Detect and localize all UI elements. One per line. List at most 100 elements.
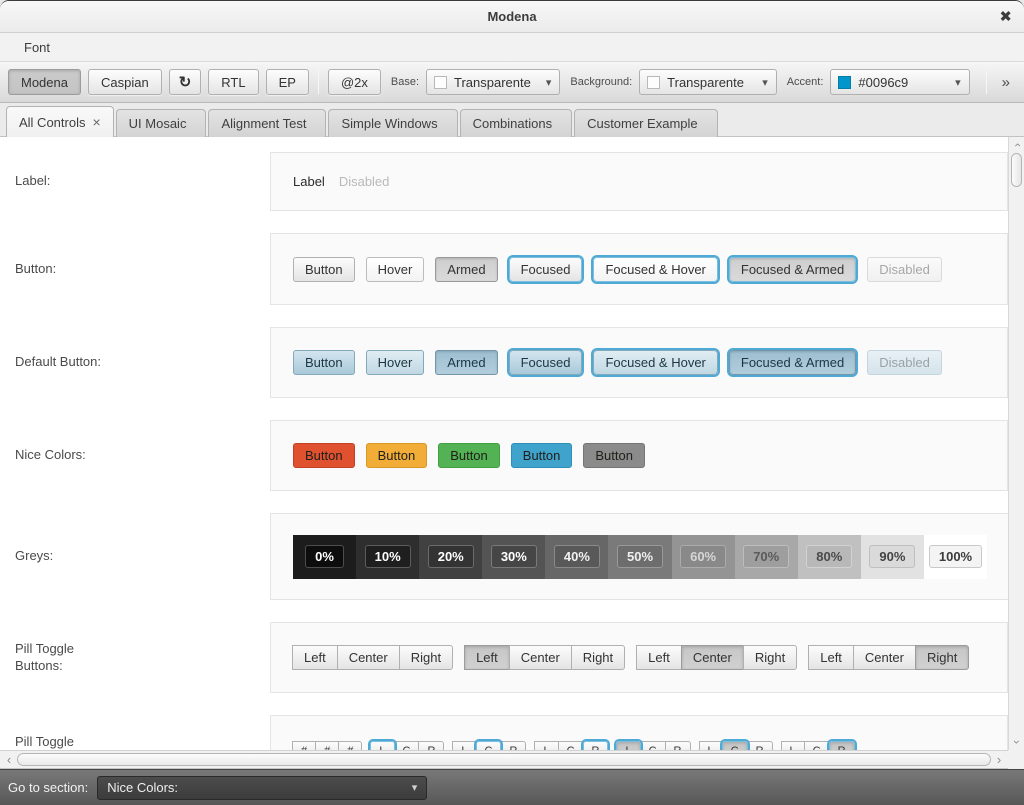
state-button[interactable]: Hover	[366, 257, 425, 282]
horizontal-scrollbar[interactable]: ‹ ›	[0, 750, 1008, 769]
pill-toggle-button[interactable]: C	[558, 741, 584, 751]
window-close-icon[interactable]: ✖	[999, 9, 1012, 24]
theme-toggle-button[interactable]: Modena	[8, 69, 81, 95]
tab[interactable]: UI Mosaic	[116, 109, 207, 137]
transparent-swatch-icon	[434, 76, 447, 89]
menu-bar: Font	[0, 33, 1024, 62]
tab[interactable]: Combinations	[460, 109, 573, 137]
state-button[interactable]: Armed	[435, 257, 497, 282]
scroll-right-icon[interactable]: ›	[993, 752, 1005, 767]
pill-groups: LeftCenterRight LeftCenterRight LeftCent…	[293, 645, 969, 670]
pill-toggle-button[interactable]: C	[476, 741, 502, 751]
state-button[interactable]: Focused	[509, 257, 583, 282]
tab[interactable]: Alignment Test	[208, 109, 326, 137]
pill-toggle-button[interactable]: Left	[464, 645, 510, 670]
vertical-scrollbar[interactable]: › ›	[1008, 137, 1024, 750]
colored-button[interactable]: Button	[438, 443, 500, 468]
base-combo[interactable]: Transparente ▾	[426, 69, 560, 95]
pill-toggle-button[interactable]: Right	[915, 645, 969, 670]
horizontal-scrollbar-thumb[interactable]	[17, 753, 991, 766]
pill-toggle-button[interactable]: Right	[743, 645, 797, 670]
accent-combo[interactable]: #0096c9 ▾	[830, 69, 969, 95]
go-to-section-combo[interactable]: Nice Colors: ▾	[97, 776, 427, 800]
pill-toggle-button[interactable]: Center	[509, 645, 572, 670]
pill-toggle-button[interactable]: Left	[292, 645, 338, 670]
menu-font[interactable]: Font	[18, 36, 56, 59]
pill-group: LCR	[700, 741, 773, 751]
grey-percent-button[interactable]: 100%	[929, 545, 982, 568]
grey-percent-button[interactable]: 20%	[428, 545, 474, 568]
state-button[interactable]: Disabled	[867, 257, 942, 282]
default-state-button[interactable]: Armed	[435, 350, 497, 375]
pill-toggle-button[interactable]: L	[781, 741, 805, 751]
colored-button[interactable]: Button	[583, 443, 645, 468]
grey-percent-button[interactable]: 60%	[680, 545, 726, 568]
default-state-button[interactable]: Disabled	[867, 350, 942, 375]
colored-button[interactable]: Button	[293, 443, 355, 468]
pill-toggle-button[interactable]: #	[315, 741, 339, 751]
pill-toggle-button[interactable]: R	[500, 741, 526, 751]
grey-percent-button[interactable]: 70%	[743, 545, 789, 568]
tab[interactable]: All Controls ×	[6, 106, 114, 137]
pill-toggle-button[interactable]: L	[699, 741, 723, 751]
row-pill-toggle-1: Pill Toggle Buttons: LeftCenterRight Lef…	[0, 622, 1008, 693]
pill-toggle-button[interactable]: #	[292, 741, 316, 751]
pill-toggle-button[interactable]: Center	[337, 645, 400, 670]
pill-toggle-button[interactable]: Left	[808, 645, 854, 670]
pill-toggle-button[interactable]: C	[722, 741, 748, 751]
pill-toggle-button[interactable]: Right	[571, 645, 625, 670]
refresh-button[interactable]: ↻	[169, 69, 202, 95]
vertical-scrollbar-thumb[interactable]	[1011, 153, 1022, 187]
default-state-button[interactable]: Hover	[366, 350, 425, 375]
grey-percent-button[interactable]: 0%	[305, 545, 344, 568]
pill-toggle-button[interactable]: Center	[853, 645, 916, 670]
grey-percent-button[interactable]: 90%	[869, 545, 915, 568]
pill-toggle-button[interactable]: L	[616, 741, 640, 751]
toolbar-overflow-icon[interactable]: »	[996, 74, 1016, 91]
pill-toggle-button[interactable]: L	[452, 741, 476, 751]
colored-button[interactable]: Button	[366, 443, 428, 468]
grey-percent-button[interactable]: 80%	[806, 545, 852, 568]
state-button[interactable]: Focused & Armed	[729, 257, 856, 282]
title-bar: Modena ✖	[0, 1, 1024, 33]
pill-toggle-button[interactable]: R	[747, 741, 773, 751]
pill-toggle-button[interactable]: C	[640, 741, 666, 751]
row-button: Button: Button Hover Armed Focused	[0, 233, 1008, 305]
default-state-button[interactable]: Button	[293, 350, 355, 375]
grey-percent-button[interactable]: 50%	[617, 545, 663, 568]
tab[interactable]: Customer Example	[574, 109, 718, 137]
pill-toggle-button[interactable]: C	[394, 741, 420, 751]
pill-toggle-button[interactable]: #	[338, 741, 362, 751]
tab[interactable]: Simple Windows	[328, 109, 457, 137]
ep-button[interactable]: EP	[266, 69, 309, 95]
scroll-down-icon[interactable]: ›	[1009, 735, 1024, 749]
pill-toggle-button[interactable]: L	[370, 741, 394, 751]
tab-close-icon[interactable]: ×	[92, 115, 100, 129]
retina-2x-button[interactable]: @2x	[328, 69, 381, 95]
pill-toggle-button[interactable]: C	[804, 741, 830, 751]
background-combo[interactable]: Transparente ▾	[639, 69, 777, 95]
grey-percent-button[interactable]: 10%	[365, 545, 411, 568]
background-combo-value: Transparente	[667, 75, 744, 90]
pill-toggle-button[interactable]: Left	[636, 645, 682, 670]
pill-toggle-button[interactable]: Center	[681, 645, 744, 670]
colored-button[interactable]: Button	[511, 443, 573, 468]
theme-toggle-button[interactable]: Caspian	[88, 69, 162, 95]
pill-toggle-button[interactable]: R	[829, 741, 855, 751]
default-state-button[interactable]: Focused & Armed	[729, 350, 856, 375]
rtl-button[interactable]: RTL	[208, 69, 258, 95]
state-button[interactable]: Focused & Hover	[593, 257, 717, 282]
pill-toggle-button[interactable]: R	[583, 741, 609, 751]
pill-toggle-button[interactable]: Right	[399, 645, 453, 670]
default-state-button[interactable]: Focused	[509, 350, 583, 375]
grey-percent-button[interactable]: 40%	[554, 545, 600, 568]
pill-group: LCR	[453, 741, 526, 751]
grey-percent-button[interactable]: 30%	[491, 545, 537, 568]
pill-toggle-button[interactable]: R	[418, 741, 444, 751]
state-button[interactable]: Button	[293, 257, 355, 282]
default-state-button[interactable]: Focused & Hover	[593, 350, 717, 375]
pill-toggle-button[interactable]: L	[534, 741, 558, 751]
pill-toggle-button[interactable]: R	[665, 741, 691, 751]
scroll-left-icon[interactable]: ‹	[3, 752, 15, 767]
scroll-up-icon[interactable]: ›	[1009, 138, 1024, 152]
